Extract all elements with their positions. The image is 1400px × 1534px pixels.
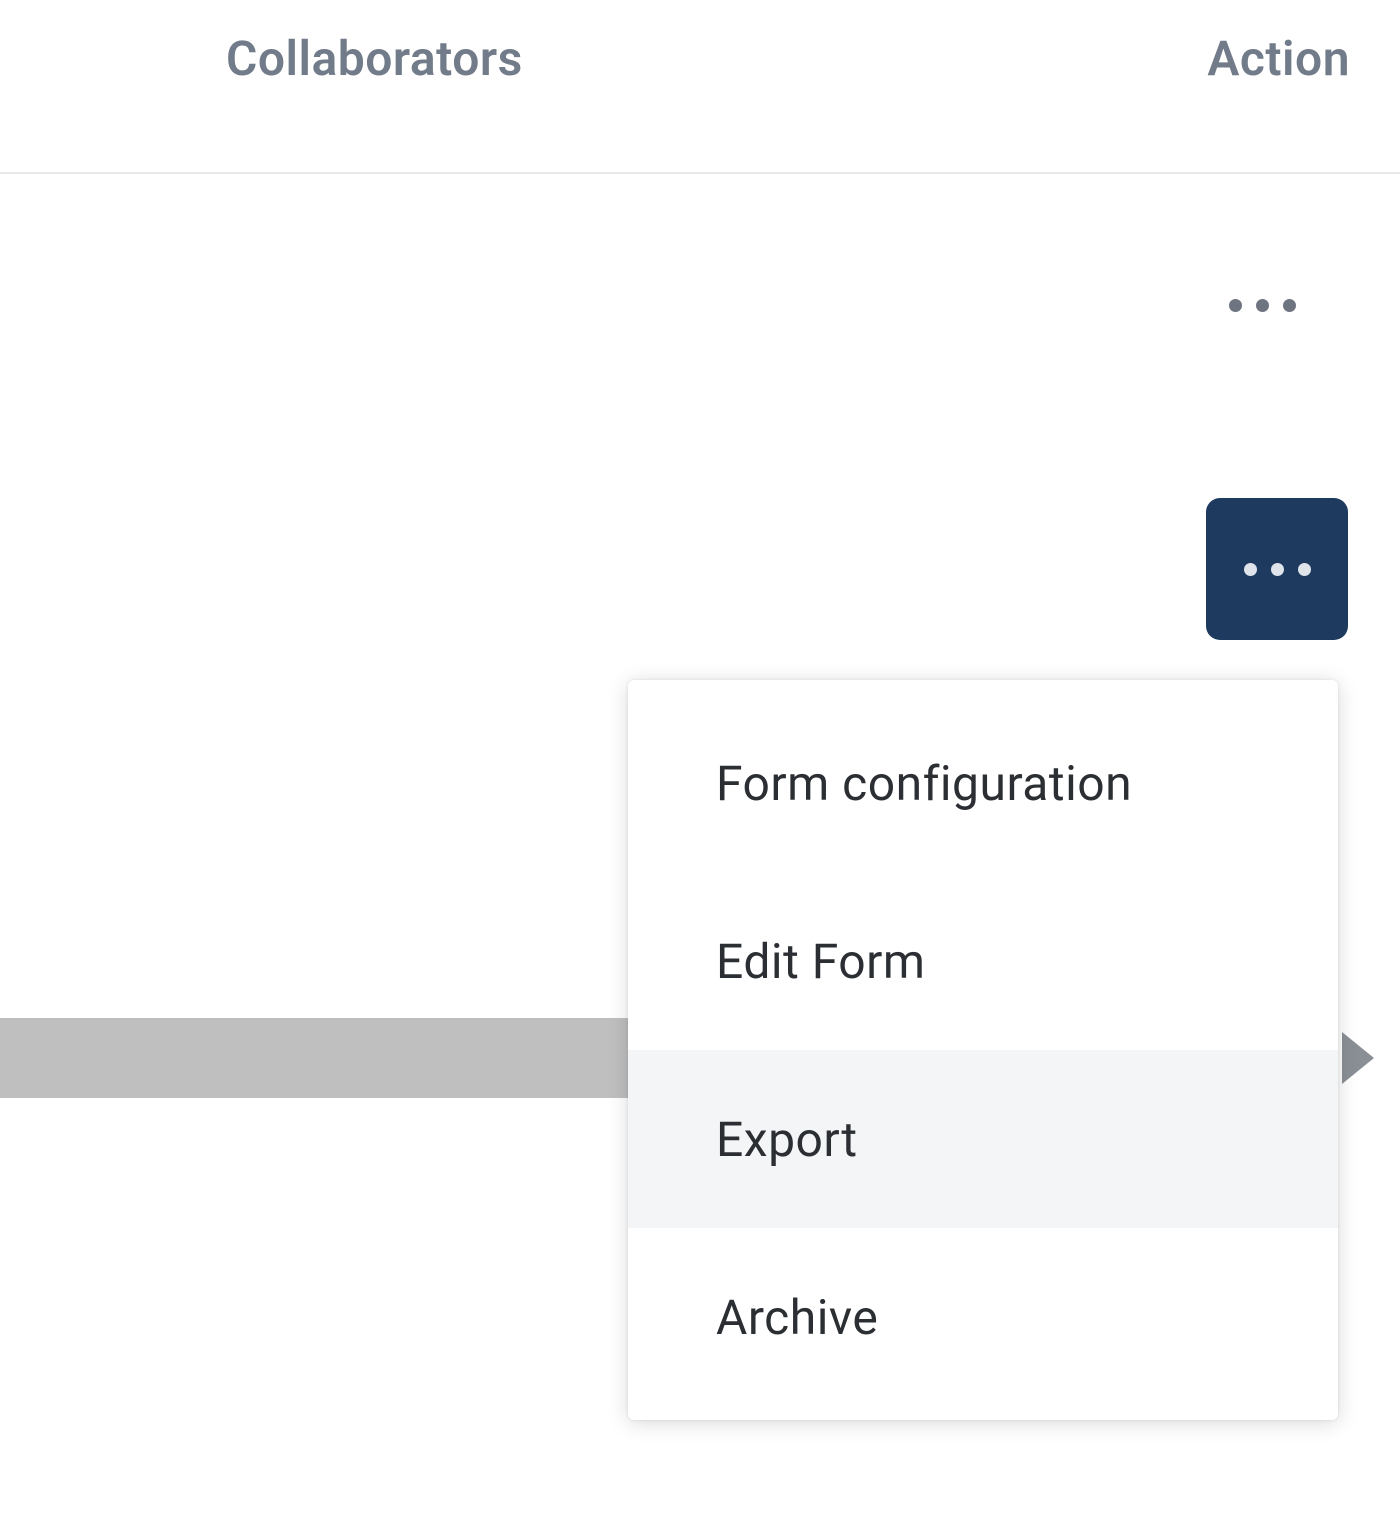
- menu-item-edit-form[interactable]: Edit Form: [628, 872, 1338, 1050]
- menu-item-export[interactable]: Export: [628, 1050, 1338, 1228]
- more-horizontal-icon: [1229, 299, 1242, 312]
- table-header-row: Collaborators Action: [0, 0, 1400, 174]
- more-horizontal-icon: [1283, 299, 1296, 312]
- more-horizontal-icon: [1271, 563, 1284, 576]
- horizontal-scrollbar[interactable]: [0, 1018, 630, 1098]
- row-actions-menu: Form configuration Edit Form Export Arch…: [628, 680, 1338, 1420]
- menu-item-archive[interactable]: Archive: [628, 1228, 1338, 1420]
- row-actions-button-active[interactable]: [1206, 498, 1348, 640]
- more-horizontal-icon: [1244, 563, 1257, 576]
- menu-item-form-configuration[interactable]: Form configuration: [628, 680, 1338, 872]
- horizontal-scrollbar-thumb[interactable]: [0, 1018, 630, 1098]
- scroll-right-icon[interactable]: [1342, 1032, 1374, 1084]
- column-header-action[interactable]: Action: [1207, 30, 1350, 87]
- row-actions-button[interactable]: [1214, 275, 1310, 335]
- column-header-collaborators[interactable]: Collaborators: [226, 30, 523, 87]
- more-horizontal-icon: [1298, 563, 1311, 576]
- more-horizontal-icon: [1256, 299, 1269, 312]
